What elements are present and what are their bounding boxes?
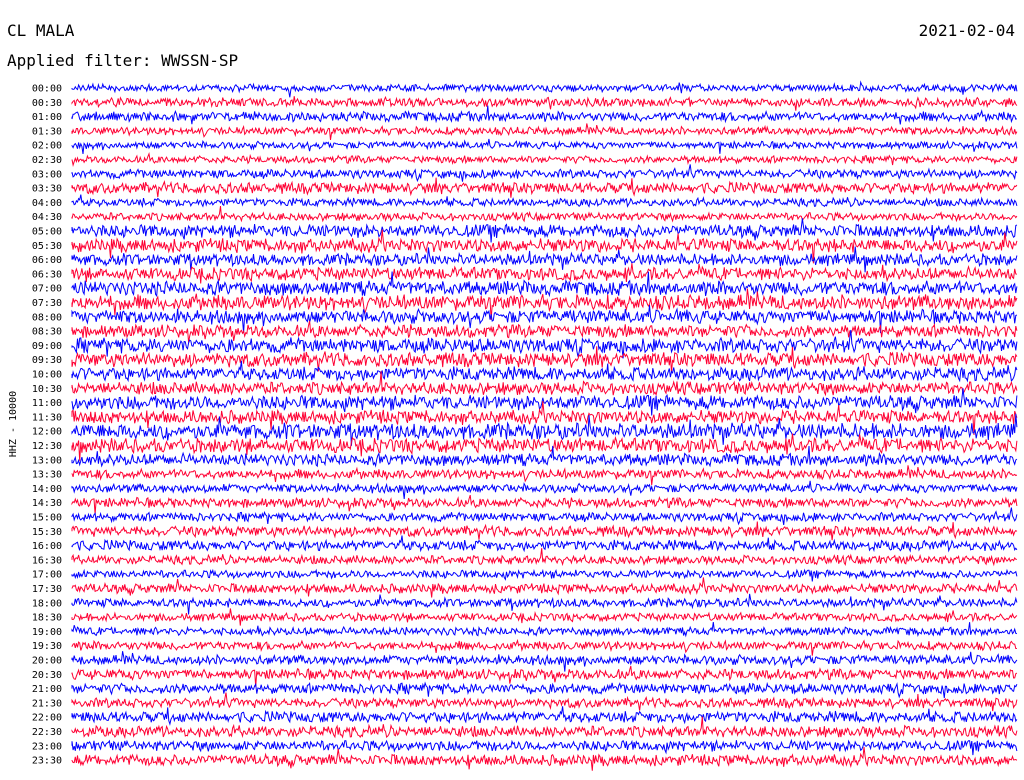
trace-row — [71, 692, 1018, 712]
trace-row — [71, 465, 1018, 486]
hour-label: 04:00 — [32, 198, 62, 209]
hour-label: 01:30 — [32, 126, 62, 137]
hour-label: 05:30 — [32, 241, 62, 252]
hour-label: 19:30 — [32, 641, 62, 652]
hour-label: 06:00 — [32, 255, 62, 266]
hour-label: 06:30 — [32, 269, 62, 280]
trace-row — [71, 577, 1018, 598]
hour-label: 05:00 — [32, 227, 62, 238]
trace-row — [71, 194, 1018, 209]
trace-row — [71, 218, 1018, 243]
hour-label: 23:30 — [32, 756, 62, 767]
hour-label: 22:00 — [32, 713, 62, 724]
trace-row — [71, 177, 1018, 198]
hour-label: 08:00 — [32, 312, 62, 323]
hour-label: 16:30 — [32, 555, 62, 566]
hour-label: 10:00 — [32, 370, 62, 381]
hour-label: 04:30 — [32, 212, 62, 223]
hour-label: 00:30 — [32, 98, 62, 109]
trace-row — [71, 263, 1017, 284]
trace-row — [71, 548, 1017, 567]
hour-label: 10:30 — [32, 384, 62, 395]
hour-labels: 00:00 00:30 01:00 01:30 02:00 02:30 03:00 03:30… — [32, 84, 62, 767]
hour-label: 03:30 — [32, 184, 62, 195]
hour-label: 02:00 — [32, 141, 62, 152]
hour-label: 23:00 — [32, 741, 62, 752]
trace-row — [71, 593, 1018, 615]
trace-row — [71, 151, 1018, 167]
trace-row — [71, 123, 1018, 140]
hour-label: 20:30 — [32, 670, 62, 681]
hour-label: 21:00 — [32, 684, 62, 695]
hour-label: 07:00 — [32, 284, 62, 295]
hour-label: 18:00 — [32, 598, 62, 609]
trace-row — [71, 80, 1018, 98]
trace-row — [71, 706, 1018, 726]
trace-row — [71, 105, 1018, 125]
trace-row — [71, 638, 1017, 656]
hour-label: 19:00 — [32, 627, 62, 638]
trace-row — [71, 716, 1018, 740]
hour-label: 17:00 — [32, 570, 62, 581]
hour-label: 15:30 — [32, 527, 62, 538]
hour-label: 11:00 — [32, 398, 62, 409]
hour-label: 00:00 — [32, 84, 62, 95]
trace-row — [71, 681, 1018, 699]
hour-label: 14:30 — [32, 498, 62, 509]
trace-row — [71, 521, 1018, 541]
trace-row — [71, 206, 1018, 223]
hour-label: 17:30 — [32, 584, 62, 595]
trace-row — [71, 164, 1018, 183]
helicorder-plot: HHZ - 10000 00:00 00:30 01:00 01:30 02:00 02:… — [8, 80, 1018, 771]
hour-label: 02:30 — [32, 155, 62, 166]
channel-label: HHZ - 10000 — [8, 391, 19, 457]
hour-label: 21:30 — [32, 698, 62, 709]
trace-row — [71, 535, 1018, 553]
trace-row — [71, 138, 1018, 154]
trace-row — [71, 665, 1018, 687]
hour-label: 13:00 — [32, 455, 62, 466]
hour-label: 22:30 — [32, 727, 62, 738]
hour-label: 09:00 — [32, 341, 62, 352]
hour-label: 11:30 — [32, 412, 62, 423]
hour-label: 15:00 — [32, 513, 62, 524]
hour-label: 12:30 — [32, 441, 62, 452]
hour-label: 14:00 — [32, 484, 62, 495]
trace-row — [71, 608, 1018, 626]
trace-row — [71, 622, 1018, 638]
hour-label: 13:30 — [32, 470, 62, 481]
trace-row — [71, 95, 1018, 111]
hour-label: 09:30 — [32, 355, 62, 366]
hour-label: 01:00 — [32, 112, 62, 123]
hour-label: 16:00 — [32, 541, 62, 552]
trace-row — [71, 747, 1018, 771]
trace-row — [71, 388, 1018, 416]
trace-group — [71, 80, 1018, 771]
trace-row — [71, 568, 1018, 582]
hour-label: 18:30 — [32, 613, 62, 624]
trace-row — [71, 494, 1018, 515]
trace-row — [71, 480, 1018, 500]
trace-row — [71, 507, 1018, 526]
hour-label: 08:30 — [32, 327, 62, 338]
hour-label: 07:30 — [32, 298, 62, 309]
hour-label: 12:00 — [32, 427, 62, 438]
hour-label: 03:00 — [32, 169, 62, 180]
trace-row — [71, 433, 1018, 461]
trace-row — [71, 651, 1018, 672]
hour-label: 20:00 — [32, 656, 62, 667]
trace-row — [71, 320, 1018, 343]
trace-row — [71, 738, 1018, 756]
